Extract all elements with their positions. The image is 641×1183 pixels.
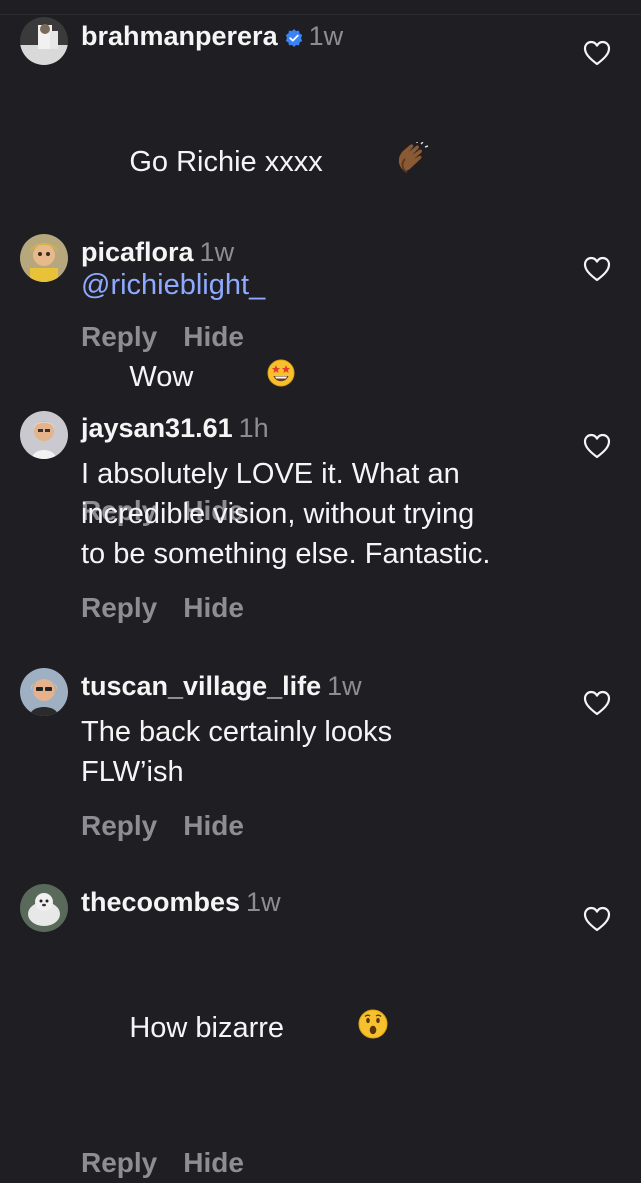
hide-button[interactable]: Hide — [183, 806, 244, 846]
like-heart-icon[interactable] — [583, 906, 611, 932]
hide-button[interactable]: Hide — [183, 1143, 244, 1183]
reply-button[interactable]: Reply — [81, 1143, 157, 1183]
verified-badge-icon — [285, 25, 303, 47]
comment-username[interactable]: brahmanperera — [81, 18, 278, 54]
comment-text: Go Richie xxxx — [129, 146, 323, 179]
like-heart-icon[interactable] — [583, 256, 611, 282]
comment-text: Wow — [129, 361, 194, 394]
comment-username[interactable]: tuscan_village_life — [81, 668, 321, 704]
like-heart-icon[interactable] — [583, 40, 611, 66]
reply-button[interactable]: Reply — [81, 588, 157, 628]
top-divider — [0, 0, 641, 15]
hushed-face-icon — [292, 968, 388, 1091]
comment-text: The back certainly looks FLW’ish — [81, 716, 393, 788]
reply-button[interactable]: Reply — [81, 806, 157, 846]
clapping-hands-icon — [331, 102, 429, 225]
hide-button[interactable]: Hide — [183, 588, 244, 628]
comment-username[interactable]: jaysan31.61 — [81, 410, 233, 446]
avatar[interactable] — [20, 668, 68, 716]
comment-time: 1w — [308, 21, 344, 51]
like-heart-icon[interactable] — [583, 433, 611, 459]
avatar[interactable] — [20, 17, 68, 65]
comment-username[interactable]: thecoombes — [81, 884, 240, 920]
comment-username[interactable]: picaflora — [81, 234, 194, 270]
comment-text: How bizarre — [129, 1012, 285, 1045]
like-heart-icon[interactable] — [583, 690, 611, 716]
comment-time: 1w — [246, 887, 281, 917]
comment-text: I absolutely LOVE it. What an incredible… — [81, 458, 491, 570]
comment-time: 1w — [199, 237, 235, 267]
avatar[interactable] — [20, 234, 68, 282]
comment-time: 1h — [238, 413, 269, 443]
avatar[interactable] — [20, 411, 68, 459]
comment-time: 1w — [327, 671, 362, 701]
avatar[interactable] — [20, 884, 68, 932]
